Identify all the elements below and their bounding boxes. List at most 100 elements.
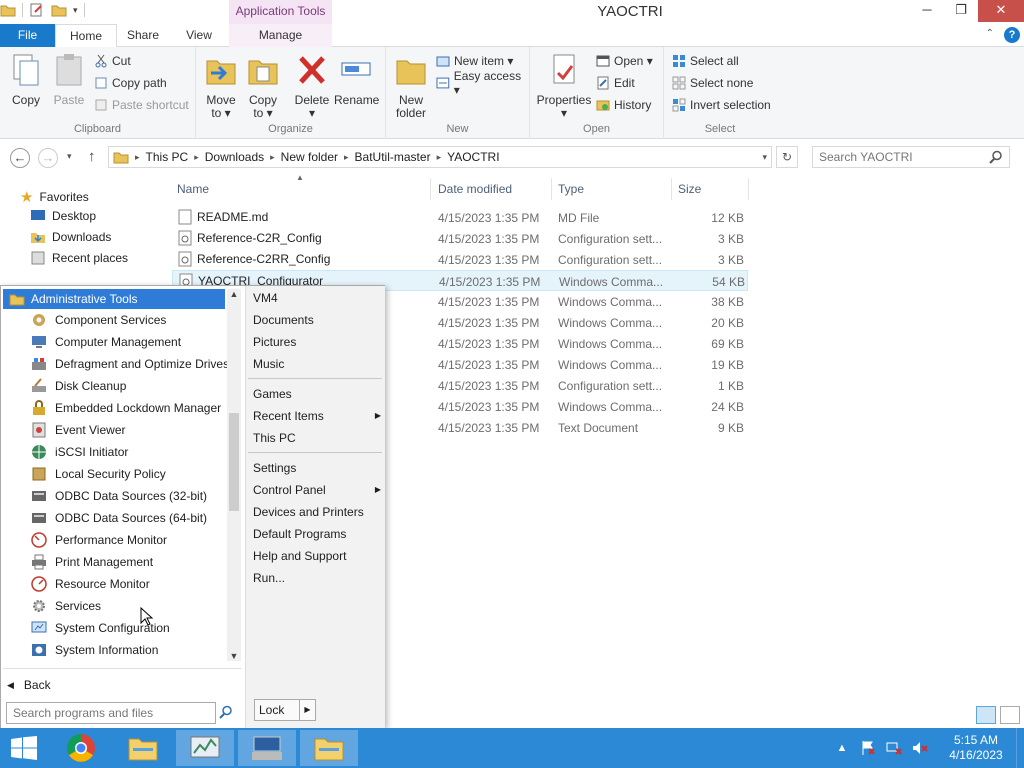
start-item-embedded-lockdown[interactable]: Embedded Lockdown Manager (31, 397, 221, 419)
paste-shortcut-button[interactable]: Paste shortcut (94, 95, 189, 115)
nav-favorites[interactable]: ★ Favorites (20, 188, 89, 206)
cut-button[interactable]: Cut (94, 51, 131, 71)
column-type[interactable]: Type (558, 182, 584, 196)
start-place-recent-items[interactable]: Recent Items ▶ (253, 405, 381, 427)
start-place-default-programs[interactable]: Default Programs (253, 523, 381, 545)
start-place-games[interactable]: Games (253, 383, 381, 405)
large-icons-view-button[interactable] (1000, 706, 1020, 724)
file-row[interactable]: README.md 4/15/2023 1:35 PM MD File 12 K… (172, 207, 748, 228)
column-separator[interactable] (430, 178, 431, 200)
start-place-vm4[interactable]: VM4 (253, 287, 381, 309)
search-icon[interactable] (219, 705, 233, 719)
move-to-button[interactable]: Move to ▾ (204, 53, 238, 120)
history-button[interactable]: History (596, 95, 651, 115)
breadcrumb-separator-icon[interactable]: ▸ (437, 152, 442, 163)
scroll-down-icon[interactable]: ▼ (227, 651, 241, 661)
start-menu-folder-header[interactable]: Administrative Tools (3, 289, 225, 309)
start-place-settings[interactable]: Settings (253, 457, 381, 479)
start-place-pictures[interactable]: Pictures (253, 331, 381, 353)
paste-button[interactable]: Paste (50, 53, 88, 107)
new-folder-button[interactable]: New folder (394, 53, 428, 120)
start-place-devices-printers[interactable]: Devices and Printers (253, 501, 381, 523)
start-item-odbc-32[interactable]: ODBC Data Sources (32-bit) (31, 485, 207, 507)
minimize-button[interactable]: ─ (910, 0, 944, 22)
taskbar-command-prompt[interactable] (238, 730, 296, 766)
breadcrumb-batutil-master[interactable]: BatUtil-master (355, 150, 431, 164)
forward-button[interactable]: → (38, 148, 58, 168)
breadcrumb-this-pc[interactable]: This PC (146, 150, 189, 164)
start-place-documents[interactable]: Documents (253, 309, 381, 331)
start-place-this-pc[interactable]: This PC (253, 427, 381, 449)
copy-path-button[interactable]: Copy path (94, 73, 167, 93)
start-item-defragment[interactable]: Defragment and Optimize Drives (31, 353, 229, 375)
start-place-control-panel[interactable]: Control Panel ▶ (253, 479, 381, 501)
open-button[interactable]: Open ▾ (596, 51, 653, 71)
taskbar-file-explorer[interactable] (114, 730, 172, 766)
breadcrumb-new-folder[interactable]: New folder (281, 150, 338, 164)
nav-desktop[interactable]: Desktop (30, 209, 96, 223)
help-icon[interactable]: ? (1004, 27, 1020, 43)
tab-view[interactable]: View (169, 24, 229, 47)
details-view-button[interactable] (976, 706, 996, 724)
volume-muted-icon[interactable] (910, 738, 930, 758)
back-button[interactable]: ← (10, 148, 30, 168)
lock-options-arrow-icon[interactable]: ▶ (299, 700, 315, 720)
taskbar-performance-monitor[interactable] (176, 730, 234, 766)
start-item-computer-management[interactable]: Computer Management (31, 331, 181, 353)
breadcrumb-separator-icon[interactable]: ▸ (270, 152, 275, 163)
column-size[interactable]: Size (678, 182, 701, 196)
start-search-input[interactable]: Search programs and files (6, 702, 216, 724)
breadcrumb-yaoctri[interactable]: YAOCTRI (447, 150, 499, 164)
start-item-local-security-policy[interactable]: Local Security Policy (31, 463, 166, 485)
tab-home[interactable]: Home (55, 24, 117, 48)
recent-locations-chevron-icon[interactable]: ▾ (67, 151, 72, 162)
search-box[interactable]: Search YAOCTRI (812, 146, 1010, 168)
file-row[interactable]: Reference-C2R_Config 4/15/2023 1:35 PM C… (172, 228, 748, 249)
column-name[interactable]: Name (177, 182, 209, 196)
network-icon[interactable] (884, 738, 904, 758)
show-desktop-button[interactable] (1016, 728, 1024, 768)
refresh-button[interactable]: ↻ (776, 146, 798, 168)
invert-selection-button[interactable]: Invert selection (672, 95, 771, 115)
clock[interactable]: 5:15 AM 4/16/2023 (936, 733, 1016, 763)
up-arrow-icon[interactable]: ↑ (88, 148, 96, 165)
breadcrumb-downloads[interactable]: Downloads (205, 150, 264, 164)
lock-button[interactable]: Lock ▶ (254, 699, 316, 721)
start-item-print-management[interactable]: Print Management (31, 551, 153, 573)
select-all-button[interactable]: Select all (672, 51, 739, 71)
start-item-system-information[interactable]: System Information (31, 639, 158, 661)
copy-button[interactable]: Copy (8, 53, 44, 107)
column-separator[interactable] (551, 178, 552, 200)
breadcrumb-separator-icon[interactable]: ▸ (344, 152, 349, 163)
column-date-modified[interactable]: Date modified (438, 182, 512, 196)
file-row[interactable]: Reference-C2RR_Config 4/15/2023 1:35 PM … (172, 249, 748, 270)
start-place-music[interactable]: Music (253, 353, 381, 375)
copy-to-button[interactable]: Copy to ▾ (246, 53, 280, 120)
show-hidden-icons-icon[interactable]: ▲ (832, 738, 852, 758)
tab-manage[interactable]: Manage (229, 24, 332, 47)
scroll-up-icon[interactable]: ▲ (227, 289, 241, 299)
scrollbar-thumb[interactable] (229, 413, 239, 511)
new-item-button[interactable]: New item ▾ (436, 51, 513, 71)
address-bar[interactable]: ▸ This PC ▸ Downloads ▸ New folder ▸ Bat… (108, 146, 772, 168)
delete-button[interactable]: Delete ▾ (294, 53, 330, 120)
properties-button[interactable]: Properties ▾ (536, 53, 592, 120)
start-item-performance-monitor[interactable]: Performance Monitor (31, 529, 167, 551)
rename-button[interactable]: Rename (334, 53, 379, 107)
tab-share[interactable]: Share (117, 24, 169, 47)
address-dropdown-icon[interactable]: ▾ (762, 152, 767, 163)
easy-access-button[interactable]: Easy access ▾ (436, 69, 529, 97)
start-item-disk-cleanup[interactable]: Disk Cleanup (31, 375, 126, 397)
taskbar-chrome[interactable] (52, 730, 110, 766)
nav-downloads[interactable]: Downloads (30, 230, 111, 244)
maximize-button[interactable]: ❐ (944, 0, 978, 22)
back-button[interactable]: ◀ Back (7, 678, 51, 692)
windows-start-icon[interactable] (10, 736, 38, 760)
column-separator[interactable] (671, 178, 672, 200)
start-item-iscsi-initiator[interactable]: iSCSI Initiator (31, 441, 128, 463)
start-item-event-viewer[interactable]: Event Viewer (31, 419, 125, 441)
edit-button[interactable]: Edit (596, 73, 635, 93)
nav-recent-places[interactable]: Recent places (30, 251, 128, 265)
start-place-run[interactable]: Run... (253, 567, 381, 589)
start-item-resource-monitor[interactable]: Resource Monitor (31, 573, 150, 595)
